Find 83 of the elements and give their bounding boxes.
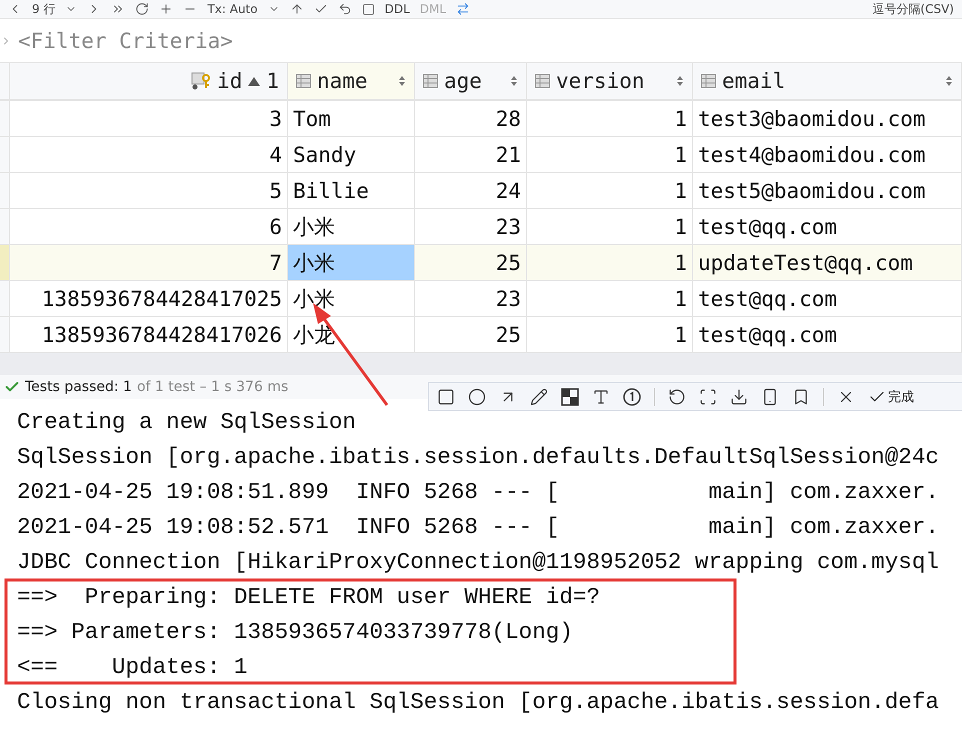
pencil-tool-icon[interactable] (530, 388, 548, 406)
table-cell[interactable]: 1 (527, 281, 693, 317)
table-cell[interactable]: 1 (527, 137, 693, 173)
table-cell[interactable]: 25 (415, 317, 527, 353)
table-cell[interactable]: test@qq.com (693, 281, 962, 317)
table-cell[interactable]: 1 (527, 173, 693, 209)
filter-field[interactable]: <Filter Criteria> (16, 28, 420, 54)
column-header[interactable]: email (722, 69, 786, 93)
key-column-icon (191, 72, 212, 90)
scan-icon[interactable] (699, 388, 717, 406)
rollback-icon[interactable] (338, 2, 352, 16)
table-cell[interactable]: test3@baomidou.com (693, 101, 962, 137)
table-cell[interactable]: 23 (415, 281, 527, 317)
table-cell[interactable]: 1385936784428417025 (10, 281, 288, 317)
sort-icon[interactable] (945, 75, 953, 87)
table-cell[interactable]: test4@baomidou.com (693, 137, 962, 173)
table-cell[interactable]: 5 (10, 173, 288, 209)
table-cell[interactable]: 25 (415, 245, 527, 281)
table-cell[interactable]: Tom (288, 101, 415, 137)
table-cell[interactable]: 小米 (288, 281, 415, 317)
ellipse-tool-icon[interactable] (468, 388, 486, 406)
table-cell[interactable]: 1 (527, 101, 693, 137)
sort-icon[interactable] (676, 75, 684, 87)
console-line: 2021-04-25 19:08:52.571 INFO 5268 --- [ main] com.zaxxer. (17, 513, 940, 542)
sort-ascending-icon[interactable] (248, 76, 260, 86)
sort-icon[interactable] (510, 75, 518, 87)
table-cell[interactable]: 21 (415, 137, 527, 173)
add-row-icon[interactable] (159, 2, 174, 16)
table-cell[interactable]: 6 (10, 209, 288, 245)
transaction-mode-dropdown[interactable]: Tx: Auto (207, 2, 258, 16)
submit-icon[interactable] (290, 2, 304, 16)
table-cell[interactable]: Sandy (288, 137, 415, 173)
table-cell[interactable]: test@qq.com (693, 317, 962, 353)
done-button[interactable]: 完成 (868, 388, 914, 406)
table-cell[interactable]: test@qq.com (693, 209, 962, 245)
table-cell[interactable]: 1 (527, 317, 693, 353)
phone-icon[interactable] (761, 388, 779, 406)
table-cell[interactable]: 1 (527, 209, 693, 245)
sort-order: 1 (266, 69, 279, 93)
table-cell[interactable]: 28 (415, 101, 527, 137)
sort-icon[interactable] (398, 75, 406, 87)
console-line: JDBC Connection [HikariProxyConnection@1198952052 wrapping com.mysql (17, 548, 940, 577)
console-line: <== Updates: 1 (17, 653, 248, 682)
table-cell[interactable]: updateTest@qq.com (693, 245, 962, 281)
export-format-dropdown[interactable]: 逗号分隔(CSV) (872, 0, 954, 18)
table-cell[interactable]: 小米 (288, 245, 415, 281)
table-cell[interactable]: test5@baomidou.com (693, 173, 962, 209)
console-line: Creating a new SqlSession (17, 408, 357, 437)
compare-icon[interactable] (456, 2, 470, 16)
done-label: 完成 (888, 388, 914, 406)
tests-detail: of 1 test – 1 s 376 ms (136, 379, 288, 395)
table-cell[interactable]: 23 (415, 209, 527, 245)
console-line: ==> Preparing: DELETE FROM user WHERE id=? (17, 583, 602, 612)
table-icon (701, 74, 716, 88)
console-line: 2021-04-25 19:08:51.899 INFO 5268 --- [ main] com.zaxxer. (17, 478, 940, 507)
ddl-button[interactable]: DDL (384, 2, 410, 16)
console-line: Closing non transactional SqlSession [org.apache.ibatis.session.defa (17, 688, 940, 717)
table-cell[interactable]: 1 (527, 245, 693, 281)
rows-count-dropdown[interactable]: 9 行 (32, 0, 56, 18)
number-tool-icon[interactable] (623, 388, 641, 406)
mosaic-tool-icon[interactable] (561, 388, 579, 406)
tests-status: Tests passed: 1 (25, 379, 132, 395)
stop-icon[interactable] (362, 2, 375, 16)
table-cell[interactable]: 小米 (288, 209, 415, 245)
column-header[interactable]: id (217, 69, 242, 93)
table-cell[interactable]: 7 (10, 245, 288, 281)
table-icon (296, 74, 311, 88)
bookmark-icon[interactable] (792, 388, 810, 406)
text-tool-icon[interactable] (592, 388, 610, 406)
rectangle-tool-icon[interactable] (437, 388, 455, 406)
console-line: ==> Parameters: 1385936574033739778(Long) (17, 618, 574, 647)
undo-icon[interactable] (668, 388, 686, 406)
download-icon[interactable] (730, 388, 748, 406)
table-cell[interactable]: 4 (10, 137, 288, 173)
table-cell[interactable]: 3 (10, 101, 288, 137)
table-cell[interactable]: 1385936784428417026 (10, 317, 288, 353)
console-line: SqlSession [org.apache.ibatis.session.defaults.DefaultSqlSession@24c (17, 443, 940, 472)
table-icon (423, 74, 438, 88)
table-cell[interactable]: Billie (288, 173, 415, 209)
table-icon (535, 74, 550, 88)
table-cell[interactable]: 24 (415, 173, 527, 209)
refresh-icon[interactable] (135, 2, 150, 16)
table-cell[interactable]: 小龙 (288, 317, 415, 353)
